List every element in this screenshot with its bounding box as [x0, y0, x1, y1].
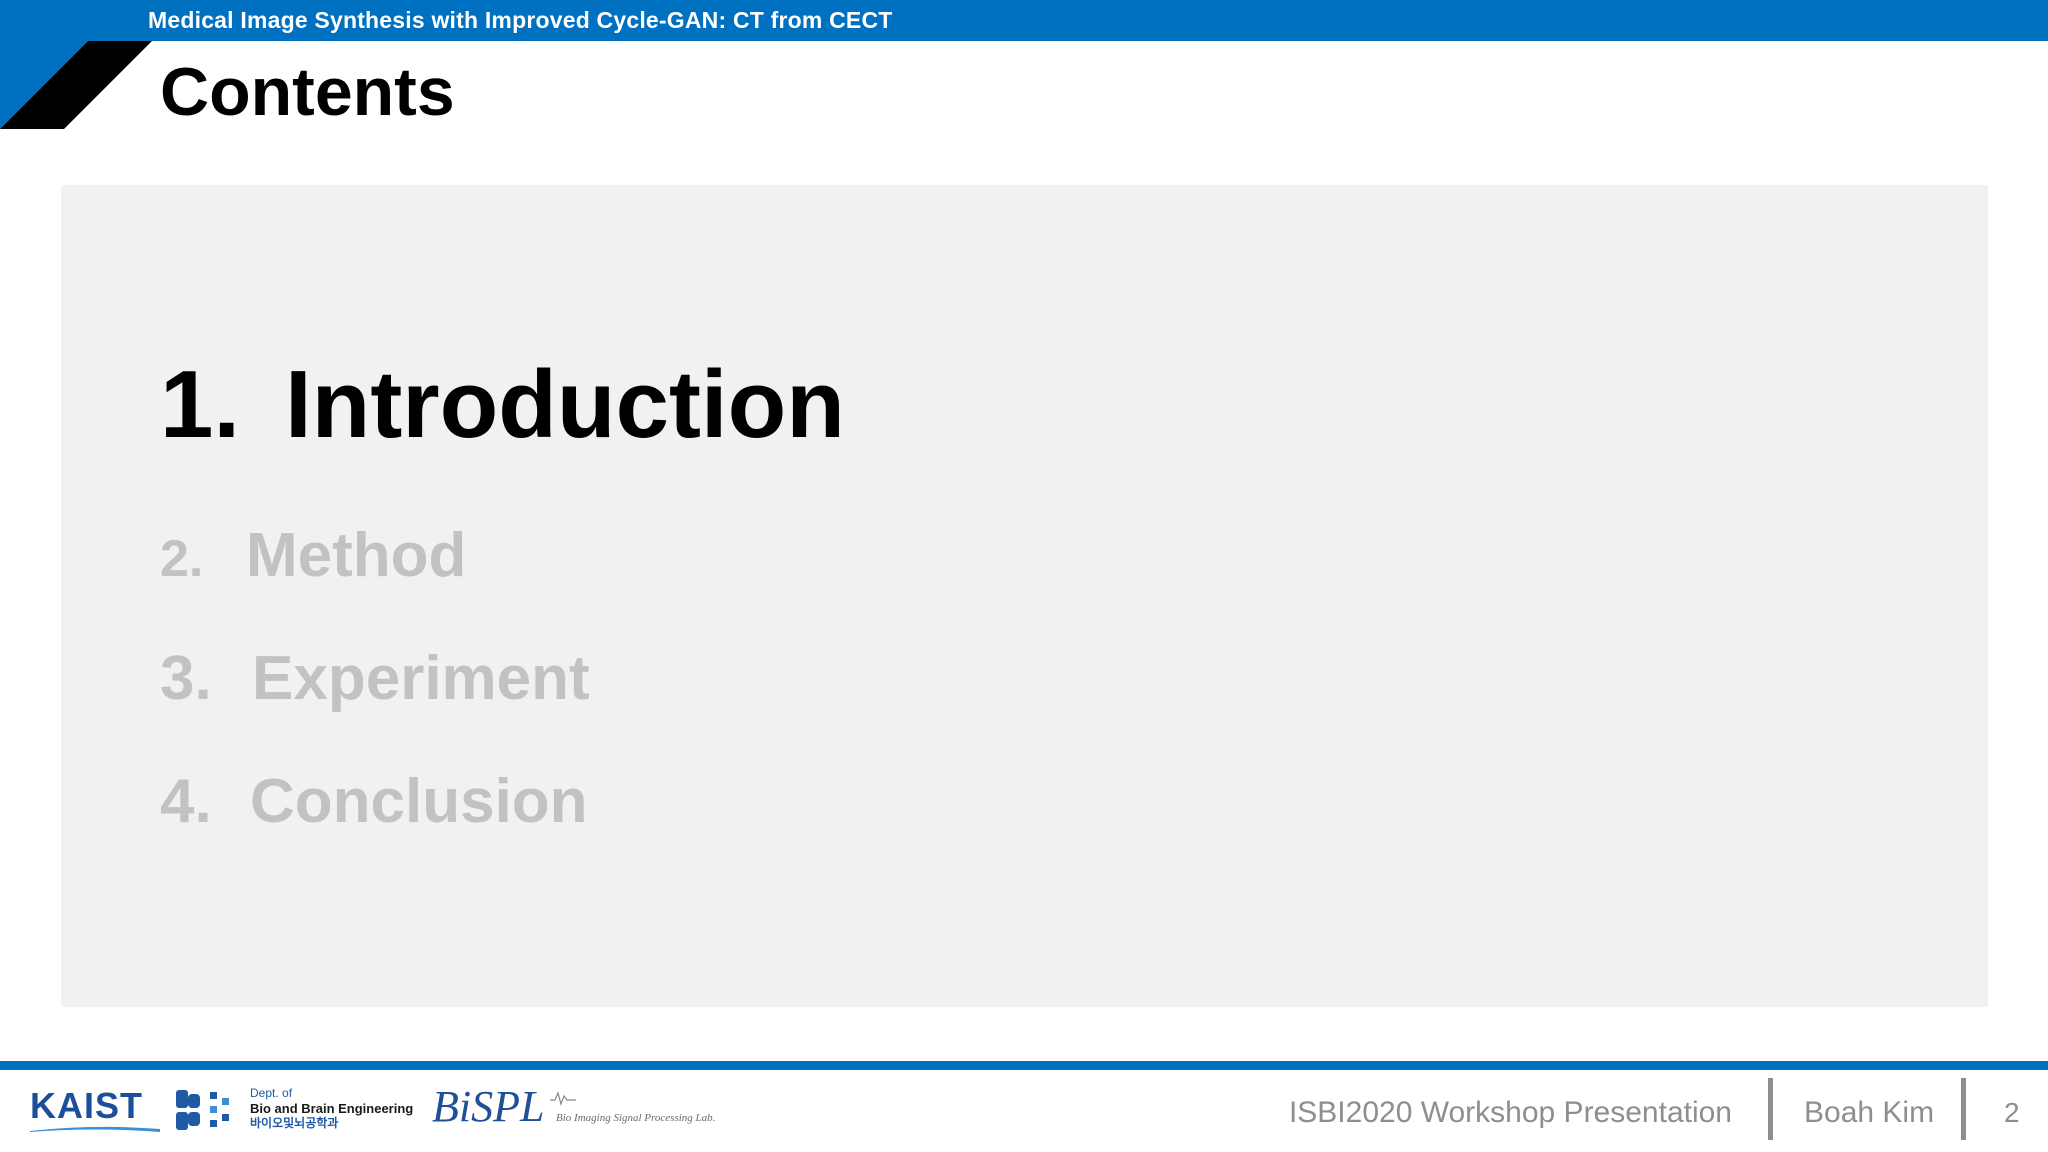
dept-logo-icon: [176, 1090, 229, 1130]
dept-line-2: Bio and Brain Engineering: [250, 1101, 414, 1116]
bispl-logo-subtitle: Bio Imaging Signal Processing Lab.: [556, 1112, 716, 1124]
footer-rule: [0, 1061, 2048, 1070]
toc-item-label: Conclusion: [250, 767, 588, 836]
page-number: 2: [2004, 1097, 2020, 1128]
toc-item-number: 1.: [160, 351, 241, 458]
toc-item-label: Introduction: [285, 351, 845, 458]
footer-divider: [1961, 1078, 1966, 1140]
header-bar: Medical Image Synthesis with Improved Cy…: [0, 0, 2048, 41]
dept-line-3: 바이오및뇌공학과: [250, 1116, 339, 1130]
slide: Medical Image Synthesis with Improved Cy…: [0, 0, 2048, 1152]
kaist-swoosh-icon: [30, 1126, 160, 1132]
bispl-logo-text: BiSPL: [432, 1082, 545, 1131]
dept-logo-text: Dept. of Bio and Brain Engineering 바이오및뇌…: [250, 1086, 413, 1131]
kaist-logo-text: KAIST: [30, 1085, 143, 1126]
section-title: Contents: [160, 54, 455, 130]
toc-item-conclusion: 4. Conclusion: [160, 766, 588, 838]
toc-item-introduction: 1. Introduction: [160, 350, 845, 460]
presentation-title: Medical Image Synthesis with Improved Cy…: [148, 7, 893, 33]
toc-item-experiment: 3. Experiment: [160, 643, 590, 715]
toc-item-label: Experiment: [252, 644, 590, 713]
footer-divider: [1768, 1078, 1773, 1140]
footer-author: Boah Kim: [1804, 1096, 1935, 1129]
signal-wave-icon: [550, 1091, 576, 1106]
toc-item-method: 2. Method: [160, 520, 466, 595]
toc-item-number: 3.: [160, 644, 212, 713]
footer-event-name: ISBI2020 Workshop Presentation: [1288, 1096, 1732, 1129]
contents-panel: [61, 185, 1988, 1007]
toc-item-number: 2.: [160, 530, 204, 588]
corner-decoration: [0, 41, 152, 129]
toc-item-number: 4.: [160, 767, 212, 836]
toc-item-label: Method: [246, 521, 467, 590]
kaist-logo: KAIST: [30, 1086, 160, 1134]
dept-line-1: Dept. of: [250, 1086, 293, 1100]
